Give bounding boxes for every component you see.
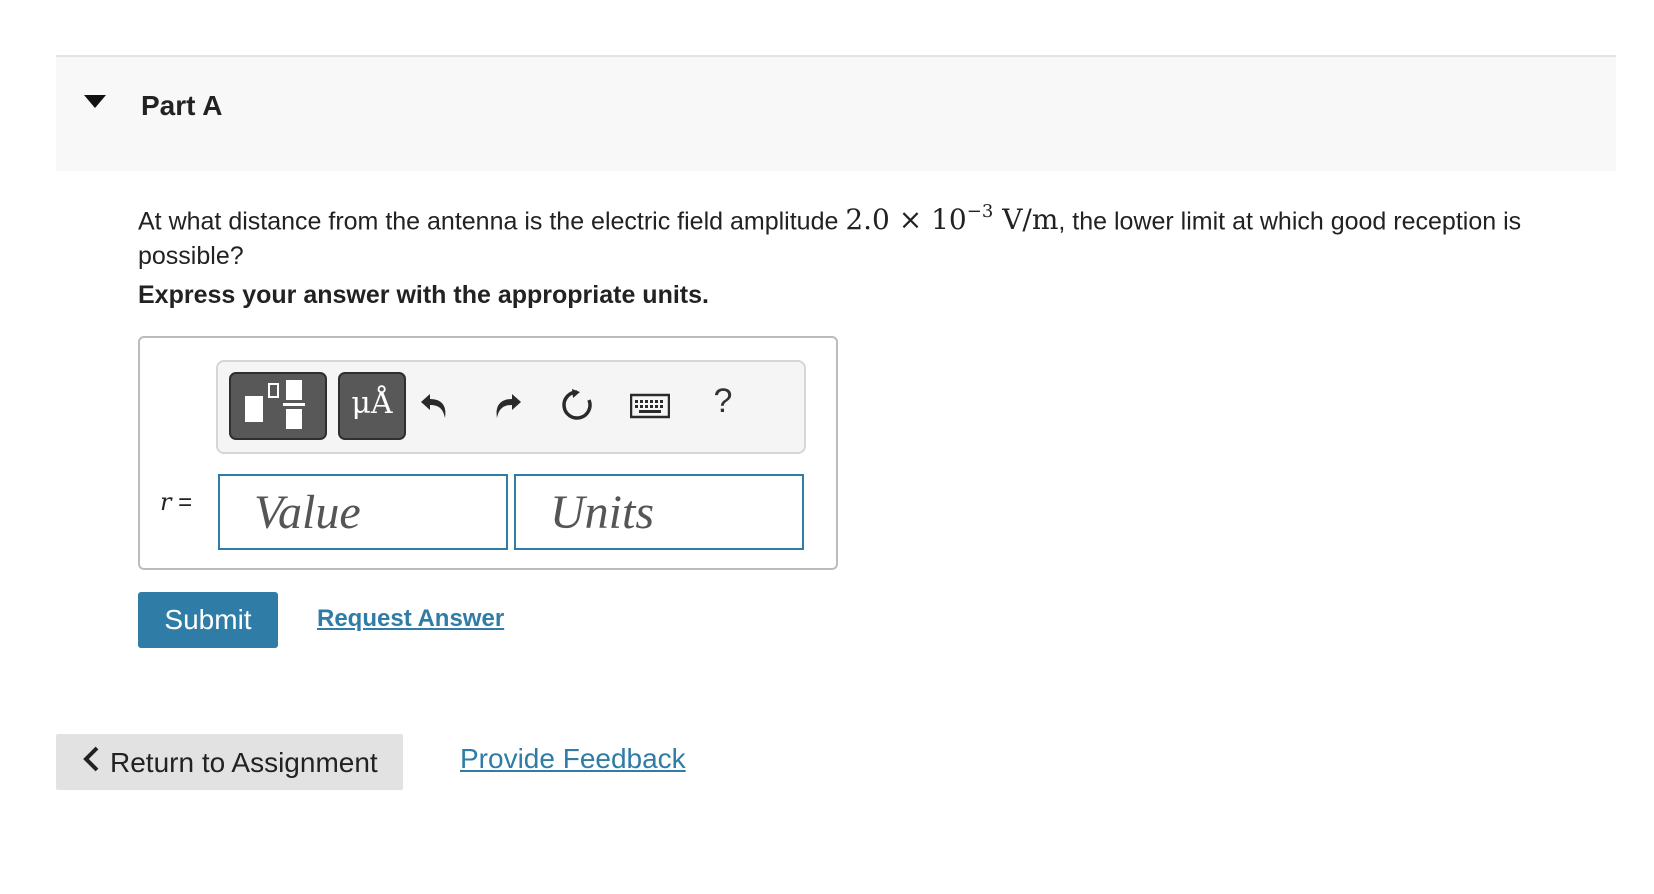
answer-instruction: Express your answer with the appropriate…	[138, 281, 709, 309]
units-input[interactable]	[514, 474, 804, 550]
value-input[interactable]	[218, 474, 508, 550]
variable-label: r =	[160, 488, 192, 517]
reset-icon[interactable]	[560, 388, 594, 422]
equals-sign: =	[171, 489, 193, 516]
return-to-assignment-button[interactable]: Return to Assignment	[56, 734, 403, 790]
help-button[interactable]: ?	[706, 382, 740, 420]
variable-symbol: r	[160, 488, 172, 516]
math-unit: V/m	[993, 203, 1059, 237]
caret-down-icon[interactable]	[84, 95, 106, 108]
templates-button[interactable]	[229, 372, 327, 440]
field-amplitude-math: 2.0 × 10−3 V/m	[845, 201, 1059, 237]
undo-icon[interactable]	[418, 388, 452, 422]
chevron-left-icon	[82, 746, 110, 779]
templates-icon	[245, 380, 305, 429]
answer-box: μÅ ? r =	[138, 336, 838, 570]
question-text: At what distance from the antenna is the…	[138, 196, 1598, 274]
request-answer-link[interactable]: Request Answer	[317, 605, 504, 633]
question-text-before: At what distance from the antenna is the…	[138, 207, 846, 236]
return-label: Return to Assignment	[110, 746, 378, 778]
math-exponent: −3	[966, 201, 994, 222]
math-mantissa: 2.0 × 10	[845, 203, 967, 237]
math-toolbar: μÅ ?	[216, 360, 806, 454]
keyboard-icon[interactable]	[630, 392, 670, 420]
redo-icon[interactable]	[490, 388, 524, 422]
part-header: Part A	[56, 55, 1616, 171]
submit-button[interactable]: Submit	[138, 592, 278, 648]
units-button[interactable]: μÅ	[338, 372, 406, 440]
units-button-label: μÅ	[351, 386, 393, 421]
provide-feedback-link[interactable]: Provide Feedback	[460, 743, 686, 775]
part-title: Part A	[141, 90, 223, 121]
